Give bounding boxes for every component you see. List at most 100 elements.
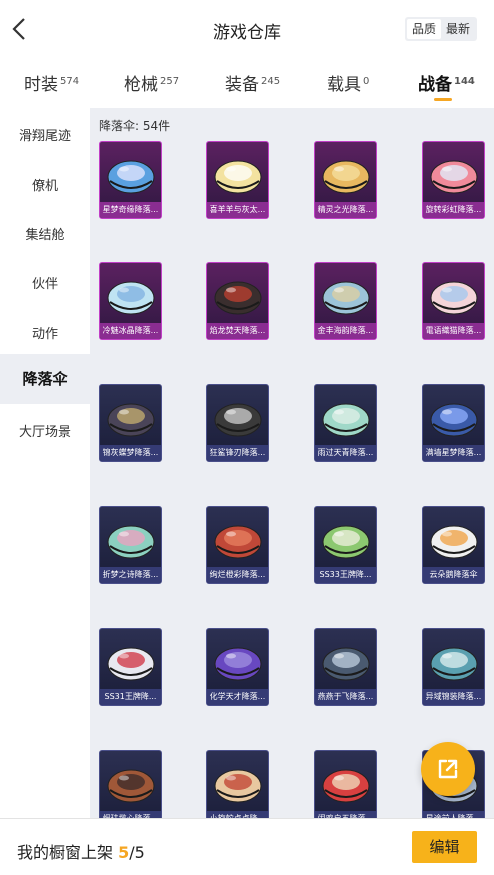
sidebar-item-emote[interactable]: 动作 bbox=[0, 323, 90, 342]
item-name: 喜羊羊与灰太... bbox=[207, 202, 268, 218]
item-card[interactable]: 金丰海韵降落... bbox=[314, 262, 377, 340]
item-name: 金丰海韵降落... bbox=[315, 323, 376, 339]
item-name: 冷魅冰晶降落... bbox=[100, 323, 161, 339]
tab-label: 装备 bbox=[225, 75, 259, 95]
item-name: 燕燕于飞降落... bbox=[315, 689, 376, 705]
item-card[interactable]: 满墙星梦降落... bbox=[422, 384, 485, 462]
footer-bar: 我的橱窗上架 5/5 编辑 bbox=[0, 818, 494, 875]
sidebar-item-partner[interactable]: 伙伴 bbox=[0, 273, 90, 292]
item-name: 闹鸡启五降落... bbox=[315, 811, 376, 818]
showcase-status: 我的橱窗上架 5/5 bbox=[17, 839, 145, 863]
tab-count: 257 bbox=[160, 76, 180, 87]
item-name: 焰龙焚天降落... bbox=[207, 323, 268, 339]
item-card[interactable]: 锦灰蝶梦降落... bbox=[99, 384, 162, 462]
item-name: 小旋蛇点点降... bbox=[207, 811, 268, 818]
item-card[interactable]: 云朵鹅降落伞 bbox=[422, 506, 485, 584]
tab-count: 144 bbox=[454, 76, 475, 87]
item-name: 烟珐揽心降落... bbox=[100, 811, 161, 818]
item-card[interactable]: 電语織猫降落... bbox=[422, 262, 485, 340]
active-tab-indicator bbox=[434, 98, 452, 101]
item-name: SS31王牌降... bbox=[100, 689, 161, 705]
item-card[interactable]: 小旋蛇点点降... bbox=[206, 750, 269, 818]
tab-gear[interactable]: 战备 144 bbox=[418, 70, 475, 101]
item-name: 云朵鹅降落伞 bbox=[423, 567, 484, 583]
header: 游戏仓库 品质 最新 bbox=[0, 0, 494, 58]
sidebar-item-rally-pod[interactable]: 集结舱 bbox=[0, 224, 90, 243]
item-name: 满墙星梦降落... bbox=[423, 445, 484, 461]
item-name: 化学天才降落... bbox=[207, 689, 268, 705]
item-card[interactable]: 狂鲨锋刃降落... bbox=[206, 384, 269, 462]
parachute-icon bbox=[107, 160, 154, 194]
sidebar-item-wingman[interactable]: 僚机 bbox=[0, 175, 90, 194]
parachute-icon bbox=[322, 403, 369, 437]
parachute-icon bbox=[107, 647, 154, 681]
item-name: 旋转彩虹降落... bbox=[423, 202, 484, 218]
parachute-icon bbox=[430, 281, 477, 315]
tab-equipment[interactable]: 装备 245 bbox=[225, 70, 280, 95]
sort-option-latest[interactable]: 最新 bbox=[441, 19, 475, 39]
item-card[interactable]: 精灵之光降落... bbox=[314, 141, 377, 219]
item-card[interactable]: 星梦奇缘降落... bbox=[99, 141, 162, 219]
showcase-label: 我的橱窗上架 bbox=[17, 843, 114, 862]
item-count-label: 降落伞: 54件 bbox=[99, 119, 171, 133]
tab-label: 载具 bbox=[327, 75, 361, 95]
parachute-icon bbox=[214, 769, 261, 803]
item-card[interactable]: SS33王牌降... bbox=[314, 506, 377, 584]
parachute-icon bbox=[214, 281, 261, 315]
item-card[interactable]: 喜羊羊与灰太... bbox=[206, 141, 269, 219]
item-card[interactable]: 燕燕于飞降落... bbox=[314, 628, 377, 706]
sort-option-quality[interactable]: 品质 bbox=[407, 19, 441, 39]
item-card[interactable]: 绚烂橙彩降落... bbox=[206, 506, 269, 584]
sidebar: 滑翔尾迹 僚机 集结舱 伙伴 动作 降落伞 大厅场景 bbox=[0, 108, 90, 818]
item-card[interactable]: 闹鸡启五降落... bbox=[314, 750, 377, 818]
item-name: 星梦奇缘降落... bbox=[100, 202, 161, 218]
item-name: 電语織猫降落... bbox=[423, 323, 484, 339]
edit-button[interactable]: 编辑 bbox=[412, 831, 477, 863]
item-name: 精灵之光降落... bbox=[315, 202, 376, 218]
item-card[interactable]: 烟珐揽心降落... bbox=[99, 750, 162, 818]
tab-label: 战备 bbox=[418, 75, 452, 95]
parachute-icon bbox=[214, 647, 261, 681]
item-grid-panel: 降落伞: 54件 星梦奇缘降落... 喜羊羊与灰太... 精灵之光降落... 旋转彩虹… bbox=[90, 108, 494, 818]
parachute-icon bbox=[430, 647, 477, 681]
parachute-icon bbox=[214, 403, 261, 437]
tab-vehicles[interactable]: 载具 0 bbox=[327, 70, 369, 95]
parachute-icon bbox=[214, 160, 261, 194]
sidebar-item-lobby-scene[interactable]: 大厅场景 bbox=[0, 421, 90, 440]
item-card[interactable]: 焰龙焚天降落... bbox=[206, 262, 269, 340]
parachute-icon bbox=[430, 160, 477, 194]
item-name: 折梦之诗降落... bbox=[100, 567, 161, 583]
item-card[interactable]: 异域锦装降落... bbox=[422, 628, 485, 706]
parachute-icon bbox=[107, 769, 154, 803]
item-card[interactable]: 雨过天青降落... bbox=[314, 384, 377, 462]
parachute-icon bbox=[322, 160, 369, 194]
item-name: 异域锦装降落... bbox=[423, 689, 484, 705]
parachute-icon bbox=[322, 769, 369, 803]
parachute-icon bbox=[107, 525, 154, 559]
item-card[interactable]: SS31王牌降... bbox=[99, 628, 162, 706]
tab-label: 枪械 bbox=[124, 75, 158, 95]
item-name: 星途前人降落... bbox=[423, 811, 484, 818]
item-name: 绚烂橙彩降落... bbox=[207, 567, 268, 583]
parachute-icon bbox=[107, 403, 154, 437]
tab-label: 时装 bbox=[24, 75, 58, 95]
sidebar-item-glide-trail[interactable]: 滑翔尾迹 bbox=[0, 125, 90, 144]
item-card[interactable]: 折梦之诗降落... bbox=[99, 506, 162, 584]
parachute-icon bbox=[322, 281, 369, 315]
item-name: 狂鲨锋刃降落... bbox=[207, 445, 268, 461]
sidebar-item-parachute[interactable]: 降落伞 bbox=[0, 354, 90, 404]
sort-toggle: 品质 最新 bbox=[405, 17, 477, 41]
showcase-shown-count: 5 bbox=[118, 843, 130, 862]
share-button[interactable] bbox=[421, 742, 475, 796]
tab-fashion[interactable]: 时装 574 bbox=[24, 70, 79, 95]
parachute-icon bbox=[214, 525, 261, 559]
item-card[interactable]: 化学天才降落... bbox=[206, 628, 269, 706]
parachute-icon bbox=[430, 403, 477, 437]
tab-firearms[interactable]: 枪械 257 bbox=[124, 70, 179, 95]
item-card[interactable]: 冷魅冰晶降落... bbox=[99, 262, 162, 340]
item-name: 雨过天青降落... bbox=[315, 445, 376, 461]
showcase-total-count: 5 bbox=[134, 843, 145, 862]
item-card[interactable]: 旋转彩虹降落... bbox=[422, 141, 485, 219]
item-name: 锦灰蝶梦降落... bbox=[100, 445, 161, 461]
tab-count: 0 bbox=[363, 76, 370, 87]
